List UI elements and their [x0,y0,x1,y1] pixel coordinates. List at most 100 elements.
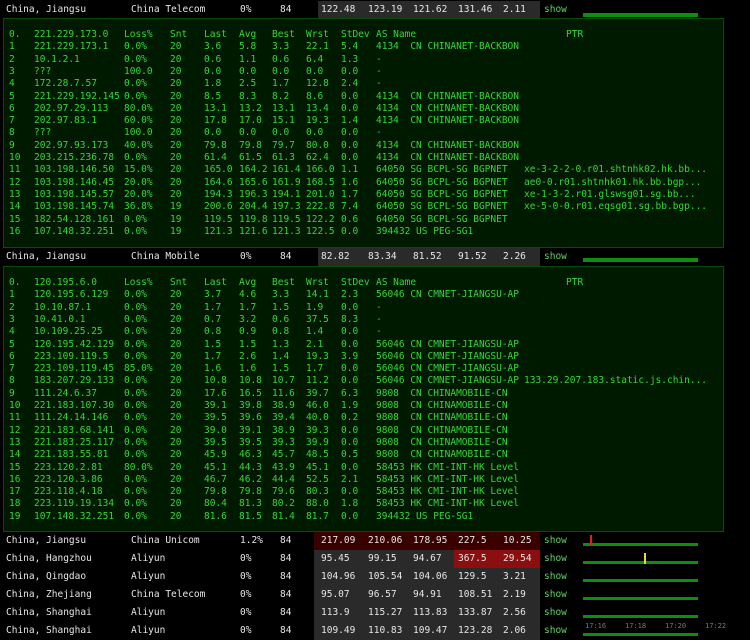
sent: 84 [280,535,292,546]
show-link[interactable]: show [544,622,567,640]
last: 122.48 [321,4,356,15]
mtr-avg: 0.0 [239,65,257,77]
mtr-idx: 10 [9,152,21,163]
mtr-avg: 0.9 [239,326,257,338]
show-link[interactable]: show [544,568,567,586]
mtr-hop-row: 1 221.229.173.1 0.0% 20 3.6 5.8 3.3 22.1 5.4 4134… [4,41,723,53]
mtr-snt: 20 [170,326,182,338]
show-link[interactable]: show [544,532,567,550]
axis-tick-label: 17:20 [665,622,687,630]
stdev: 2.06 [503,625,526,636]
show-link[interactable]: show [544,248,567,266]
mtr-loss: 40.0% [124,139,153,151]
mtr-last: 8.5 [204,90,222,102]
location: China, Jiangsu [6,535,87,546]
mtr-last: 3.7 [204,289,222,301]
mtr-stdev: 0.0 [341,139,359,151]
stdev: 2.19 [503,589,526,600]
sent: 84 [280,251,292,262]
mtr-hop-row: 8 183.207.29.133 0.0% 20 10.8 10.8 10.7 11.2 0.0… [4,375,723,387]
mtr-wrst: 6.4 [306,53,324,65]
mtr-loss: 0.0% [124,449,147,461]
mtr-wrst: 13.4 [306,102,329,114]
mtr-as: - [376,127,382,139]
mtr-host: 202.97.83.1 [34,115,97,127]
last: 82.82 [321,251,350,262]
mtr-avg: 5.8 [239,41,257,53]
show-link[interactable]: show [544,586,567,604]
mtr-snt: 20 [170,139,182,151]
mtr-loss: 85.0% [124,363,153,375]
mtr-best: 0.6 [272,313,290,325]
mtr-snt: 19 [170,201,182,213]
mtr-host: 202.97.93.173 [34,139,109,151]
mtr-wrst: 37.5 [306,313,329,325]
mtr-hop-row: 11 103.198.146.50 15.0% 20 165.0 164.2 161.4 16… [4,164,723,176]
mtr-snt: 20 [170,127,182,139]
mtr-avg: 1.7 [239,301,257,313]
mtr-ptr: ae0-0.r01.shtnhk01.hk.bb.bgp... [524,176,702,188]
mtr-snt: 20 [170,164,182,176]
isp: China Telecom [131,589,206,600]
mtr-host: 120.195.42.129 [34,338,115,350]
mtr-avg: Avg [239,277,257,288]
mtr-wrst: 62.4 [306,152,329,163]
mtr-wrst: 0.0 [306,127,324,139]
mtr-best: 3.3 [272,289,290,301]
mtr-stdev: 1.4 [341,115,359,127]
last: 95.07 [321,589,350,600]
mtr-idx: 14 [9,201,21,213]
mtr-hop-row: 13 103.198.145.57 20.0% 20 194.3 196.3 194.1 20… [4,189,723,201]
show-link[interactable]: show [544,1,567,19]
mtr-snt: 20 [170,375,182,387]
mtr-host: 221.183.68.141 [34,424,115,436]
mtr-last: 17.6 [204,387,227,399]
summary-row: China, Qingdao Aliyun 0% 84 104.96 105.54 104.… [0,568,750,586]
isp: Aliyun [131,553,166,564]
mtr-hop-row: 10 221.183.107.30 0.0% 20 39.1 39.8 38.9 46.0 1.… [4,400,723,412]
mtr-trace-mobile: 0. 120.195.6.0 Loss% Snt Last Avg Best Wrst StDe… [3,266,724,532]
mtr-wrst: 14.1 [306,289,329,301]
loss: 0% [240,571,252,582]
mtr-avg: 79.8 [239,139,262,151]
mtr-loss: 0.0% [124,375,147,387]
mtr-last: 0.7 [204,313,222,325]
mtr-wrst: 8.6 [306,90,324,102]
mtr-wrst: 168.5 [306,176,335,188]
last: 217.09 [321,535,356,546]
mtr-loss: 0.0% [124,53,147,65]
show-link[interactable]: show [544,550,567,568]
mtr-wrst: 19.3 [306,115,329,127]
mtr-best: 44.4 [272,473,295,485]
mtr-avg: 121.6 [239,225,268,237]
mtr-loss: 0.0% [124,436,147,448]
mtr-host: 202.97.29.113 [34,102,109,114]
mtr-wrst: Wrst [306,277,329,288]
mtr-loss: 36.8% [124,201,153,213]
mtr-hop-row: 15 223.120.2.81 80.0% 20 45.1 44.3 43.9 45.1 0.0… [4,462,723,474]
mtr-last: 45.1 [204,461,227,473]
stdev: 2.11 [503,4,526,15]
worst: 129.5 [458,571,487,582]
mtr-stdev: 0.0 [341,65,359,77]
mtr-avg: 39.6 [239,412,262,424]
mtr-snt: 20 [170,53,182,65]
mtr-as: 4134 CN CHINANET-BACKBON [376,139,519,151]
mtr-last: 39.5 [204,412,227,424]
mtr-last: 194.3 [204,188,233,200]
show-link[interactable]: show [544,604,567,622]
stdev: 2.26 [503,251,526,262]
mtr-as: 56046 CN CMNET-JIANGSU-AP [376,375,519,387]
mtr-hop-row: 6 223.109.119.5 0.0% 20 1.7 2.6 1.4 19.3 3.9 5604… [4,351,723,363]
mtr-snt: 20 [170,338,182,350]
mtr-last: 3.6 [204,41,222,53]
mtr-wrst: Wrst [306,29,329,40]
mtr-loss: 0.0% [124,213,147,225]
mtr-snt: 20 [170,473,182,485]
avg: 96.57 [368,589,397,600]
mtr-snt: 20 [170,436,182,448]
mtr-wrst: 222.8 [306,201,335,213]
mtr-snt: 20 [170,498,182,510]
mtr-snt: 20 [170,176,182,188]
mtr-as: 64050 SG BCPL-SG BGPNET [376,164,508,176]
